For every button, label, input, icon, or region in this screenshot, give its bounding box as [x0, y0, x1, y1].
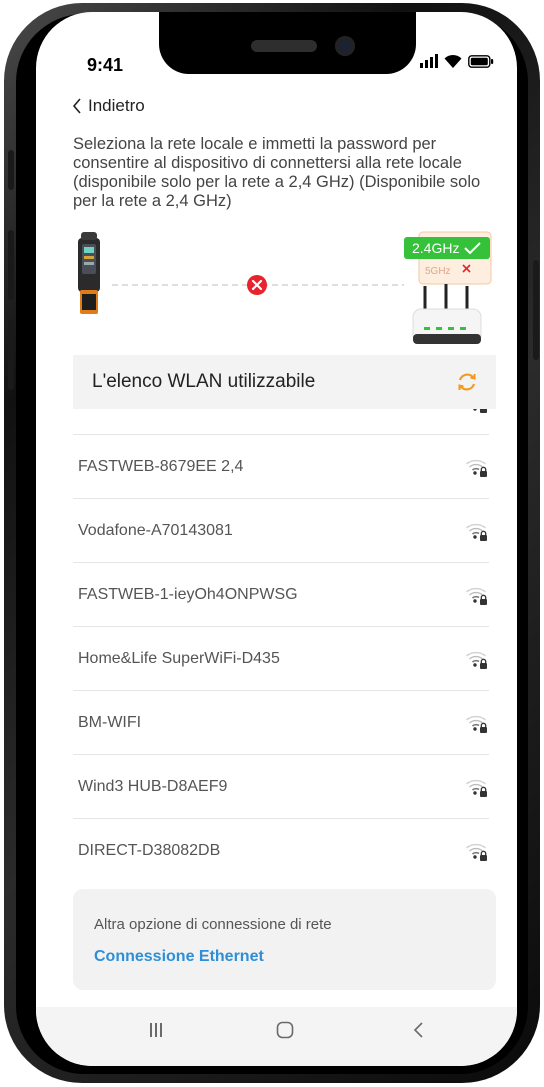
battery-icon [468, 54, 494, 68]
wifi-lock-icon [473, 409, 487, 413]
back-label: Indietro [88, 96, 145, 115]
band-5ghz-label: 5GHz [425, 266, 451, 277]
speaker-grille [251, 40, 317, 52]
router-icon: 2.4GHz 5GHz [404, 231, 492, 344]
wifi-lock-icon [466, 779, 487, 797]
wlan-network-name: Wind3 HUB-D8AEF9 [78, 777, 228, 795]
phone-screen: 9:41 Indietro Seleziona la rete locale e… [36, 12, 517, 1066]
wifi-lock-icon [466, 587, 487, 605]
band-2-4ghz-label: 2.4GHz [412, 240, 459, 256]
wlan-list-title: L'elenco WLAN utilizzabile [92, 371, 316, 392]
device-icon [78, 232, 100, 314]
connection-diagram: 2.4GHz 5GHz [78, 231, 492, 344]
back-nav-icon[interactable] [412, 1021, 424, 1045]
wlan-network-item[interactable]: Home&Life SuperWiFi-D435 [73, 627, 489, 691]
wlan-network-name: FASTWEB-1-ieyOh4ONPWSG [78, 585, 298, 603]
ethernet-connection-link[interactable]: Connessione Ethernet [94, 948, 264, 966]
wlan-network-name: Vodafone-A70143081 [78, 521, 233, 539]
power-button [533, 260, 539, 360]
android-nav-bar [36, 1007, 517, 1066]
mute-switch [8, 150, 14, 190]
wifi-lock-icon [466, 651, 487, 669]
volume-down-button [8, 320, 14, 390]
wifi-lock-icon [466, 715, 487, 733]
wlan-network-item[interactable]: Vodafone-A70143081 [73, 499, 489, 563]
chevron-left-icon [72, 98, 81, 114]
wlan-list-header: L'elenco WLAN utilizzabile [73, 355, 496, 409]
wifi-lock-icon [466, 459, 487, 477]
signal-icon [420, 54, 438, 68]
wlan-network-item[interactable]: BM-WIFI [73, 691, 489, 755]
status-icons [420, 54, 494, 68]
alternative-connection-panel: Altra opzione di connessione di rete Con… [73, 889, 496, 990]
instruction-text: Seleziona la rete locale e immetti la pa… [73, 135, 481, 210]
wifi-lock-icon [466, 523, 487, 541]
status-time: 9:41 [87, 55, 124, 75]
wlan-network-name: Home&Life SuperWiFi-D435 [78, 649, 280, 667]
wlan-network-name: DIRECT-D38082DB [78, 841, 221, 859]
back-button[interactable]: Indietro [72, 96, 145, 116]
wlan-network-item[interactable]: FASTWEB-8679EE 2,4 [73, 435, 489, 499]
wlan-network-item[interactable]: DIRECT-D38082DB [73, 819, 489, 879]
refresh-icon[interactable] [456, 371, 478, 393]
alternative-connection-label: Altra opzione di connessione di rete [94, 916, 332, 933]
wifi-icon [444, 54, 462, 68]
home-icon[interactable] [276, 1021, 294, 1045]
camera-icon [335, 36, 355, 56]
wlan-network-name: FASTWEB-8679EE 2,4 [78, 457, 244, 475]
wlan-network-item[interactable]: FASTWEB-1-ieyOh4ONPWSG [73, 563, 489, 627]
wlan-network-name: X-WLine [78, 409, 139, 412]
wifi-lock-icon [466, 843, 487, 861]
recent-apps-icon[interactable] [149, 1021, 163, 1044]
wlan-network-name: BM-WIFI [78, 713, 142, 731]
wlan-network-item[interactable]: Wind3 HUB-D8AEF9 [73, 755, 489, 819]
error-icon [247, 275, 267, 295]
wlan-network-item[interactable]: X-WLine [73, 409, 489, 435]
volume-up-button [8, 230, 14, 300]
wlan-list[interactable]: X-WLine FASTWEB-8679EE 2,4 Vodafone-A70143… [73, 409, 489, 879]
notch [159, 12, 416, 74]
